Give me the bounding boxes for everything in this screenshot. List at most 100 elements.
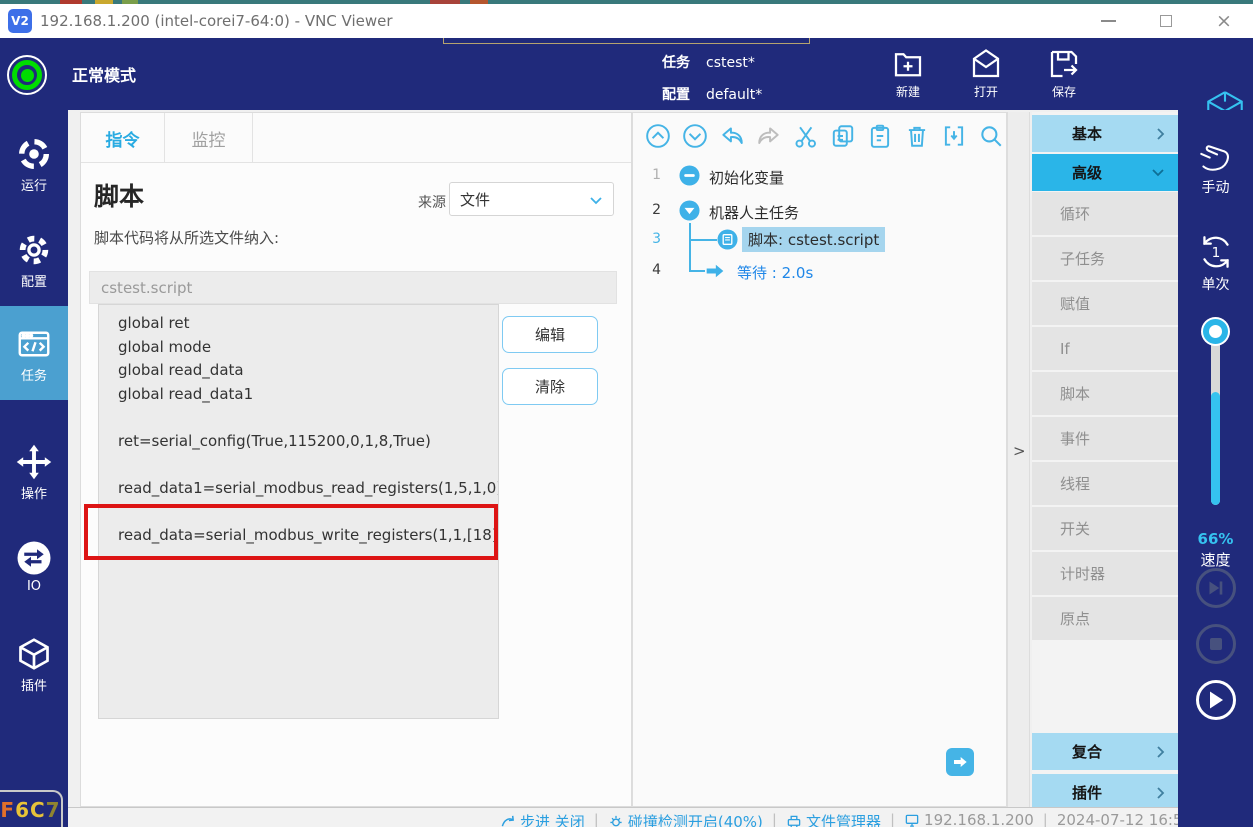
- maximize-button[interactable]: [1137, 4, 1195, 38]
- open-file-icon: [968, 46, 1004, 82]
- instruction-palette: 基本 高级 循环 子任务 赋值 If 脚本 事件 线程 开关 计时器 原点 复合…: [1032, 112, 1178, 807]
- step-forward-button[interactable]: [1196, 568, 1236, 608]
- speed-slider-handle[interactable]: [1203, 319, 1228, 344]
- tree-row-number: 3: [641, 231, 661, 247]
- save-task-button[interactable]: 保存: [1032, 44, 1096, 100]
- code-window-icon: [16, 326, 52, 362]
- expanded-node-icon[interactable]: [679, 200, 700, 221]
- tree-node-init-vars[interactable]: 初始化变量: [709, 167, 784, 188]
- tree-toolbar: [645, 123, 1004, 149]
- script-file-field[interactable]: cstest.script: [89, 271, 617, 304]
- file-manager-icon: [786, 814, 802, 827]
- tab-monitor[interactable]: 监控: [165, 113, 253, 163]
- close-button[interactable]: ×: [1195, 4, 1253, 38]
- sidebar-item-plugin[interactable]: 插件: [0, 636, 68, 694]
- badge-letter: F: [0, 798, 15, 822]
- palette-item-event[interactable]: 事件: [1032, 417, 1178, 461]
- manual-mode-button[interactable]: 手动: [1178, 137, 1253, 197]
- single-cycle-icon: 1: [1195, 232, 1237, 272]
- undo-icon[interactable]: [719, 123, 745, 149]
- palette-item-switch[interactable]: 开关: [1032, 507, 1178, 551]
- palette-group-advanced[interactable]: 高级: [1032, 154, 1178, 191]
- instruction-editor-panel: 指令 监控 脚本 来源 文件 脚本代码将从所选文件纳入: cstest.scri…: [80, 112, 632, 807]
- palette-group-basic[interactable]: 基本: [1032, 115, 1178, 152]
- config-row: 配置default*: [662, 84, 762, 104]
- play-button[interactable]: [1196, 680, 1236, 720]
- app-header: 正常模式 任务cstest* 配置default* 新建 打开 保存: [0, 38, 1253, 110]
- tree-connector: [689, 270, 705, 272]
- sidebar-item-operate[interactable]: 操作: [0, 444, 68, 502]
- monitor-icon: [904, 813, 920, 827]
- search-icon[interactable]: [978, 123, 1004, 149]
- chevron-down-icon: [589, 196, 603, 205]
- palette-group-composite[interactable]: 复合: [1032, 733, 1178, 770]
- open-task-label: 打开: [954, 83, 1018, 100]
- chevron-right-icon: [1156, 127, 1165, 141]
- chevron-right-icon: [1156, 745, 1165, 759]
- edit-button[interactable]: 编辑: [502, 316, 598, 353]
- badge-letter: 6: [15, 798, 30, 822]
- palette-group-plugin[interactable]: 插件: [1032, 774, 1178, 811]
- single-run-button[interactable]: 1 单次: [1178, 232, 1253, 294]
- sidebar-label: 任务: [0, 365, 68, 384]
- clear-button[interactable]: 清除: [502, 368, 598, 405]
- sidebar-item-io[interactable]: IO: [0, 540, 68, 594]
- palette-item-origin[interactable]: 原点: [1032, 597, 1178, 641]
- palette-item-assign[interactable]: 赋值: [1032, 282, 1178, 326]
- step-status[interactable]: 步进 关闭: [500, 811, 585, 827]
- delete-icon[interactable]: [904, 123, 930, 149]
- tree-row-number: 1: [641, 167, 661, 183]
- code-line: [118, 408, 494, 432]
- sidebar-item-run[interactable]: 运行: [0, 136, 68, 194]
- tree-node-main-task[interactable]: 机器人主任务: [709, 202, 799, 223]
- sidebar-label: 配置: [0, 271, 68, 290]
- collapse-all-icon[interactable]: [645, 123, 671, 149]
- panel-divider: >: [1007, 112, 1030, 807]
- right-control-rail: 手动 1 单次 66% 速度: [1178, 110, 1253, 827]
- copy-icon[interactable]: [830, 123, 856, 149]
- group-label: 插件: [1072, 782, 1102, 803]
- tree-node-script-selected[interactable]: 脚本: cstest.script: [742, 227, 885, 252]
- task-tree-panel: 1 初始化变量 2 机器人主任务 3 脚本: cstest.script 4 等…: [632, 112, 1007, 807]
- speed-label: 速度: [1178, 549, 1253, 570]
- sidebar-item-task[interactable]: 任务: [0, 326, 68, 384]
- tab-instruction[interactable]: 指令: [81, 113, 165, 163]
- svg-text:1: 1: [1211, 245, 1220, 261]
- arrow-right-icon: [951, 754, 969, 770]
- tree-node-wait[interactable]: 等待 : 2.0s: [737, 262, 813, 283]
- stop-button[interactable]: [1196, 624, 1236, 664]
- open-task-button[interactable]: 打开: [954, 44, 1018, 100]
- save-task-label: 保存: [1032, 83, 1096, 100]
- expand-panel-chevron[interactable]: >: [1013, 442, 1026, 460]
- next-step-button[interactable]: [946, 748, 974, 776]
- palette-item-timer[interactable]: 计时器: [1032, 552, 1178, 596]
- robot-status-icon: [7, 55, 47, 95]
- palette-item-thread[interactable]: 线程: [1032, 462, 1178, 506]
- palette-item-script[interactable]: 脚本: [1032, 372, 1178, 416]
- new-task-button[interactable]: 新建: [876, 44, 940, 100]
- paste-icon[interactable]: [867, 123, 893, 149]
- source-select[interactable]: 文件: [449, 182, 614, 216]
- expand-all-icon[interactable]: [682, 123, 708, 149]
- palette-item-loop[interactable]: 循环: [1032, 192, 1178, 236]
- code-line: ret=serial_config(True,115200,0,1,8,True…: [118, 432, 494, 456]
- source-selected-value: 文件: [460, 189, 490, 210]
- group-label: 基本: [1072, 123, 1102, 144]
- chevron-down-icon: [1151, 168, 1165, 177]
- minimize-button[interactable]: [1079, 4, 1137, 38]
- palette-item-subtask[interactable]: 子任务: [1032, 237, 1178, 281]
- sidebar-item-config[interactable]: 配置: [0, 232, 68, 290]
- wait-arrow-icon[interactable]: [704, 261, 726, 281]
- file-manager-link[interactable]: 文件管理器: [786, 811, 881, 827]
- task-row: 任务cstest*: [662, 52, 755, 72]
- redo-icon[interactable]: [756, 123, 782, 149]
- script-node-icon[interactable]: [717, 229, 738, 250]
- speed-slider-fill: [1211, 392, 1220, 505]
- speed-slider-track[interactable]: [1211, 330, 1220, 505]
- insert-icon[interactable]: [941, 123, 967, 149]
- palette-item-if[interactable]: If: [1032, 327, 1178, 371]
- page-title: 脚本: [94, 177, 144, 213]
- collapsed-node-icon[interactable]: [679, 165, 700, 186]
- collision-status[interactable]: 碰撞检测开启(40%): [608, 811, 763, 827]
- cut-icon[interactable]: [793, 123, 819, 149]
